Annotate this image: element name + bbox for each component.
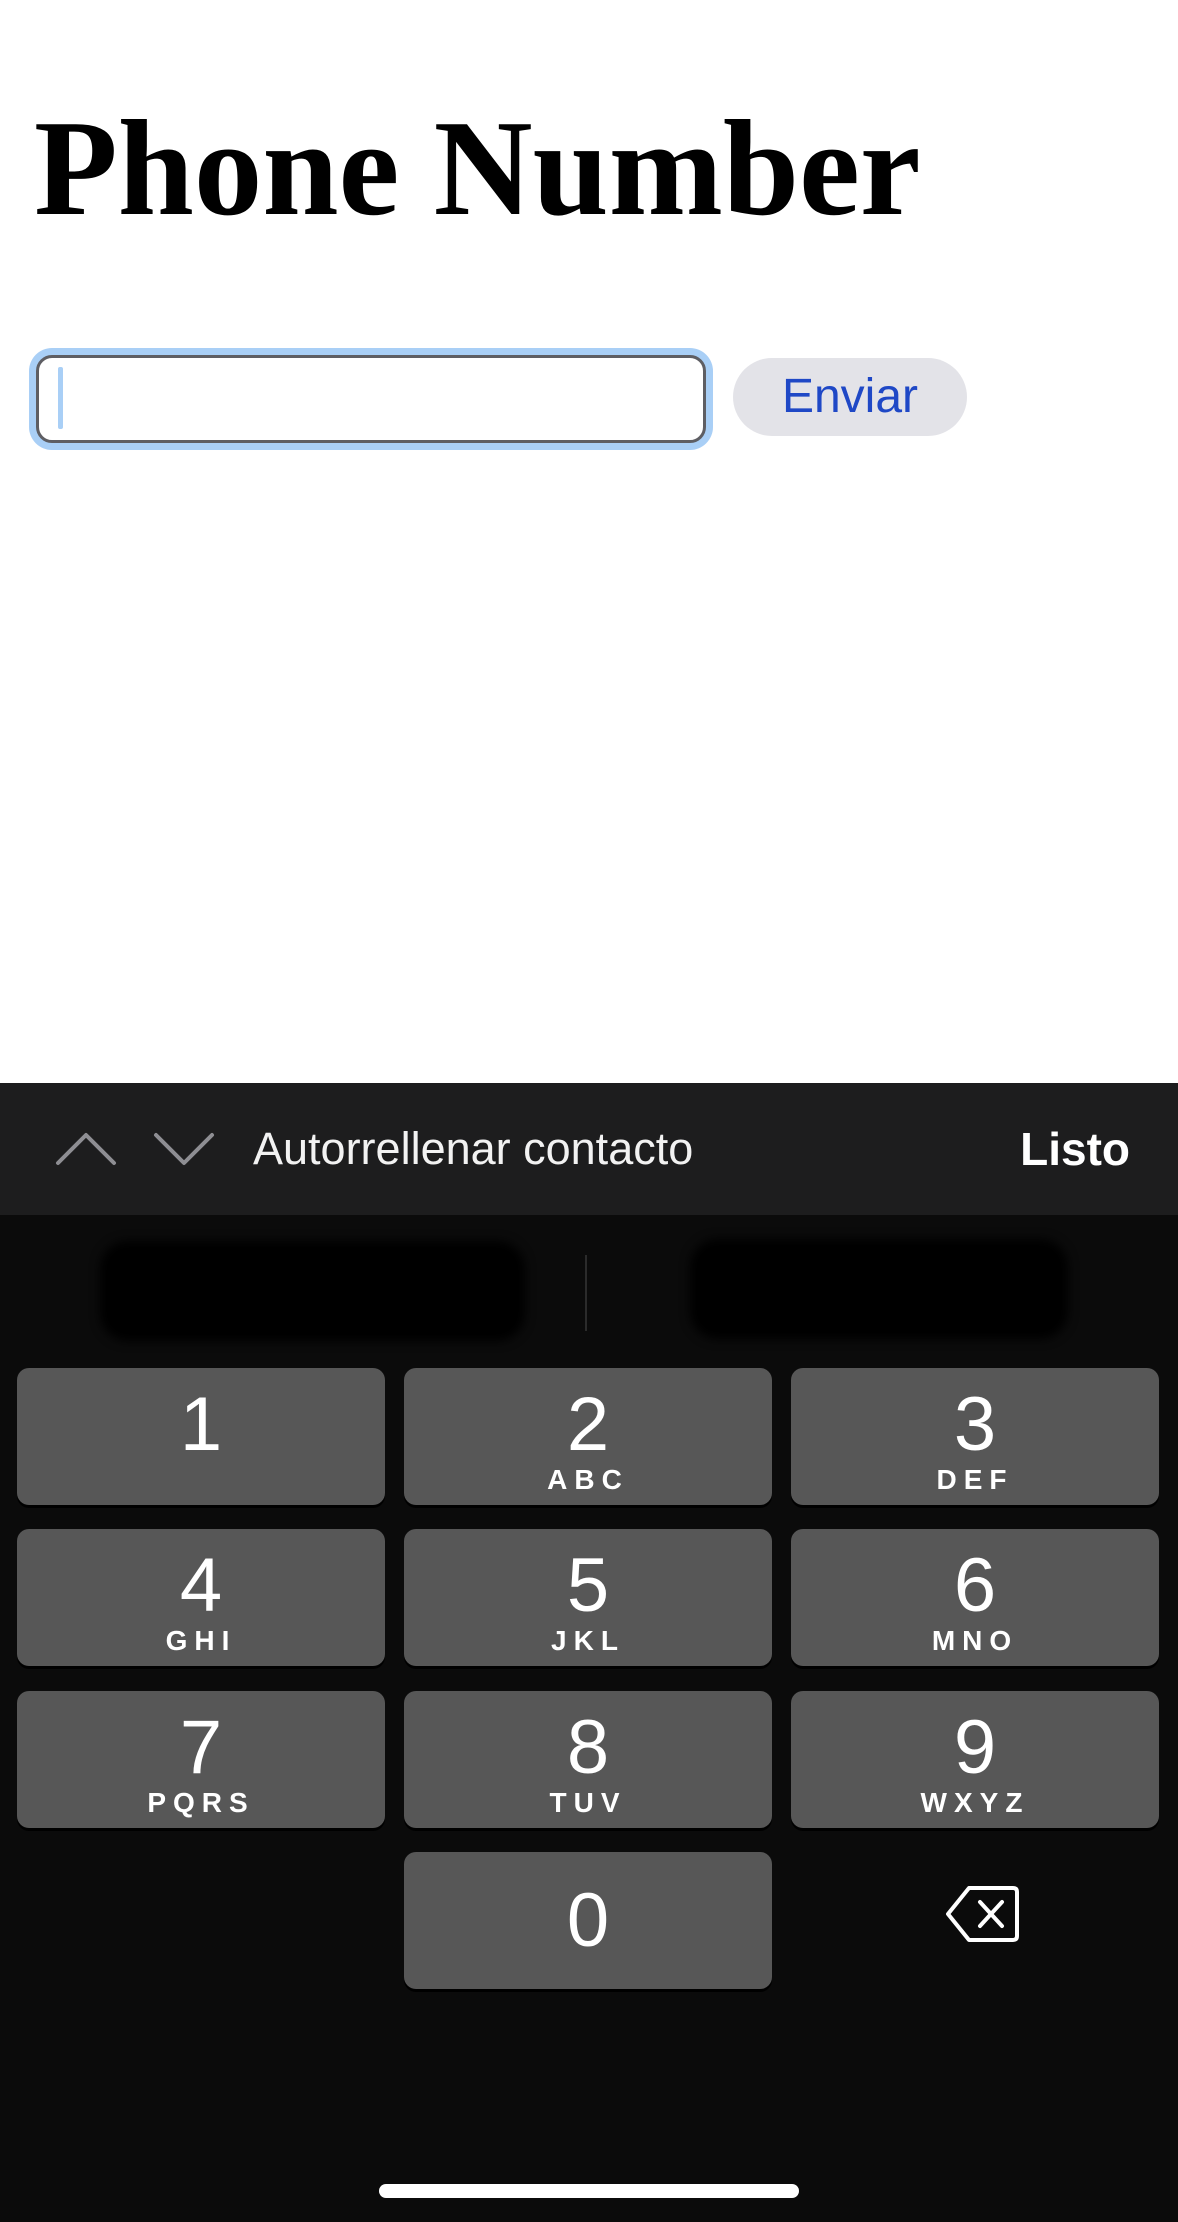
keyboard-accessory-bar: Autorrellenar contacto Listo xyxy=(0,1083,1178,1215)
web-page: Phone Number Enviar xyxy=(0,0,1178,1083)
key-letters: DEF xyxy=(936,1464,1014,1495)
numeric-keyboard: 1 2 ABC 3 DEF 4 GHI 5 JKL 6 MNO 7 PQRS 8… xyxy=(0,1215,1178,2222)
text-caret xyxy=(58,367,63,429)
key-letters: ABC xyxy=(547,1464,629,1495)
suggestion-redacted-right xyxy=(690,1239,1068,1339)
key-letters: MNO xyxy=(931,1625,1019,1656)
page-title: Phone Number xyxy=(34,92,921,244)
key-0[interactable]: 0 xyxy=(404,1852,772,1989)
key-digit: 9 xyxy=(953,1705,997,1790)
key-8[interactable]: 8 TUV xyxy=(404,1691,772,1828)
key-digit: 8 xyxy=(566,1705,610,1790)
key-digit: 5 xyxy=(566,1543,610,1628)
key-5[interactable]: 5 JKL xyxy=(404,1529,772,1666)
backspace-icon[interactable] xyxy=(945,1884,1021,1944)
key-digit: 3 xyxy=(953,1382,997,1467)
suggestion-redacted-left xyxy=(100,1241,525,1341)
key-6[interactable]: 6 MNO xyxy=(791,1529,1159,1666)
key-letters: WXYZ xyxy=(920,1787,1030,1818)
chevron-up-icon[interactable] xyxy=(54,1119,118,1179)
done-button[interactable]: Listo xyxy=(1020,1083,1130,1215)
key-digit: 6 xyxy=(953,1543,997,1628)
key-2[interactable]: 2 ABC xyxy=(404,1368,772,1505)
key-7[interactable]: 7 PQRS xyxy=(17,1691,385,1828)
autofill-contact-button[interactable]: Autorrellenar contacto xyxy=(253,1083,693,1215)
key-letters: TUV xyxy=(549,1787,627,1818)
key-digit: 1 xyxy=(179,1382,223,1467)
key-digit: 7 xyxy=(179,1705,223,1790)
key-letters: PQRS xyxy=(147,1787,255,1818)
key-4[interactable]: 4 GHI xyxy=(17,1529,385,1666)
key-9[interactable]: 9 WXYZ xyxy=(791,1691,1159,1828)
key-letters: JKL xyxy=(551,1625,625,1656)
home-indicator[interactable] xyxy=(379,2184,799,2198)
key-letters: GHI xyxy=(165,1625,237,1656)
chevron-down-icon[interactable] xyxy=(152,1119,216,1179)
key-1[interactable]: 1 xyxy=(17,1368,385,1505)
suggestion-divider xyxy=(585,1255,587,1331)
phone-number-input[interactable] xyxy=(36,355,706,443)
key-digit: 2 xyxy=(566,1382,610,1467)
key-digit: 4 xyxy=(179,1543,223,1628)
key-digit: 0 xyxy=(566,1878,610,1963)
submit-button[interactable]: Enviar xyxy=(733,358,967,436)
key-3[interactable]: 3 DEF xyxy=(791,1368,1159,1505)
